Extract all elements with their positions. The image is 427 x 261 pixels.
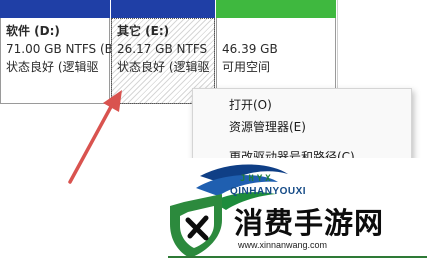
- partition-bar: [0, 0, 110, 18]
- partition-d[interactable]: 软件 (D:) 71.00 GB NTFS (B 状态良好 (逻辑驱: [0, 0, 113, 104]
- partition-name: 软件 (D:): [6, 24, 60, 38]
- partition-status: 状态良好 (逻辑驱: [6, 60, 99, 74]
- menu-item-explorer[interactable]: 资源管理器(E): [229, 118, 306, 135]
- partition-bar: [111, 0, 215, 18]
- watermark-brand-letters: JHYX: [240, 174, 274, 184]
- partition-size: 71.00 GB NTFS (B: [6, 42, 113, 56]
- watermark-url: www.xinnanwang.com: [238, 240, 328, 250]
- partition-status: 可用空间: [222, 60, 271, 74]
- watermark-title: 消费手游网: [234, 206, 385, 240]
- screenshot: 软件 (D:) 71.00 GB NTFS (B 状态良好 (逻辑驱 其它 (E…: [0, 0, 427, 261]
- menu-item-open[interactable]: 打开(O): [229, 96, 272, 113]
- watermark-brand-sub: QINHANYOUXI: [230, 186, 307, 197]
- watermark-underline: [168, 256, 427, 258]
- partition-bar: [216, 0, 336, 18]
- partition-size: 46.39 GB: [222, 42, 278, 56]
- partition-size: 26.17 GB NTFS: [117, 42, 208, 56]
- partition-status: 状态良好 (逻辑驱: [117, 60, 210, 74]
- partition-name: 其它 (E:): [117, 24, 170, 38]
